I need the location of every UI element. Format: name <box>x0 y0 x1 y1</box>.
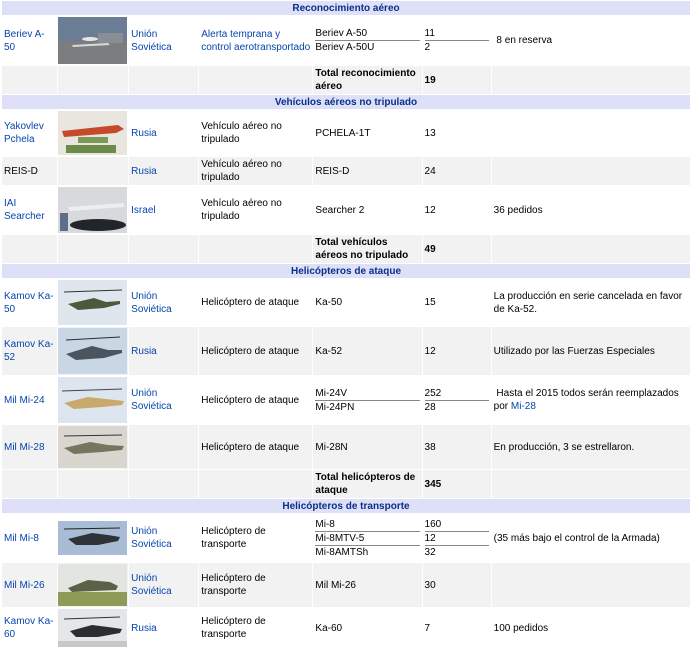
section-header-recon: Reconocimiento aéreo <box>2 1 690 15</box>
version-mi8: Mi-8 <box>315 518 420 532</box>
version-ka50: Ka-50 <box>313 279 422 326</box>
role-mi24: Helicóptero de ataque <box>199 376 313 424</box>
link-mi28-note[interactable]: Mi-28 <box>511 401 536 412</box>
name-reis-d: REIS-D <box>2 157 58 185</box>
link-country-urss[interactable]: Unión Soviética <box>131 573 172 597</box>
link-mil-mi8[interactable]: Mil Mi-8 <box>4 533 39 544</box>
role-searcher: Vehículo aéreo no tripulado <box>199 186 313 234</box>
link-country-rusia[interactable]: Rusia <box>131 128 157 139</box>
version-mi8amtsh: Mi-8AMTSh <box>315 546 369 558</box>
role-pchela: Vehículo aéreo no tripulado <box>199 110 313 156</box>
version-a50u: Beriev A-50U <box>315 42 375 53</box>
version-mi24pn: Mi-24PN <box>315 401 355 413</box>
section-header-uav: Vehículos aéreos no tripulado <box>2 95 690 109</box>
qty-ka50: 15 <box>422 279 491 326</box>
notes-ka52: Utilizado por las Fuerzas Especiales <box>491 327 690 375</box>
total-label-uav: Total vehículos aéreos no tripulado <box>313 235 422 263</box>
link-country-urss[interactable]: Unión Soviética <box>131 29 172 53</box>
qty-mi8mtv5: 12 <box>424 532 489 546</box>
qty-pchela: 13 <box>422 110 491 156</box>
notes-mi24: Hasta el 2015 todos serán reemplazados p… <box>491 376 690 424</box>
notes-ka50: La producción en serie cancelada en favo… <box>491 279 690 326</box>
link-country-urss[interactable]: Unión Soviética <box>131 291 172 315</box>
role-mi28: Helicóptero de ataque <box>199 425 313 469</box>
thumb-mil-mi24[interactable] <box>58 376 129 424</box>
version-mi8mtv5: Mi-8MTV-5 <box>315 532 420 546</box>
version-ka52: Ka-52 <box>313 327 422 375</box>
notes-a50: 8 en reserva <box>491 16 690 65</box>
qty-a50u: 2 <box>424 42 431 53</box>
notes-mi28: En producción, 3 se estrellaron. <box>491 425 690 469</box>
thumb-mil-mi8[interactable] <box>58 514 129 562</box>
thumb-mil-mi26[interactable] <box>58 563 129 607</box>
notes-searcher: 36 pedidos <box>491 186 690 234</box>
qty-mi28: 38 <box>422 425 491 469</box>
aircraft-table: Reconocimiento aéreo Beriev A-50 Unión S… <box>1 0 691 649</box>
qty-mi24pn: 28 <box>424 401 436 413</box>
role-mi26: Helicóptero de transporte <box>199 563 313 607</box>
thumb-kamov-ka52[interactable] <box>58 327 129 375</box>
total-label-recon: Total reconocimiento aéreo <box>313 66 422 94</box>
total-label-attack: Total helicópteros de ataque <box>313 470 422 498</box>
total-value-recon: 19 <box>422 66 491 94</box>
link-country-rusia[interactable]: Rusia <box>131 166 157 177</box>
link-country-rusia[interactable]: Rusia <box>131 623 157 634</box>
thumb-yakovlev-pchela[interactable] <box>58 110 129 156</box>
total-value-uav: 49 <box>422 235 491 263</box>
link-country-rusia[interactable]: Rusia <box>131 346 157 357</box>
version-a50: Beriev A-50 <box>315 27 420 41</box>
link-country-urss[interactable]: Unión Soviética <box>131 388 172 412</box>
link-mil-mi24[interactable]: Mil Mi-24 <box>4 395 45 406</box>
link-kamov-ka50[interactable]: Kamov Ka-50 <box>4 291 53 315</box>
qty-mi26: 30 <box>422 563 491 607</box>
thumb-kamov-ka60[interactable] <box>58 608 129 648</box>
thumb-mil-mi28[interactable] <box>58 425 129 469</box>
version-searcher: Searcher 2 <box>313 186 422 234</box>
qty-mi24v: 252 <box>424 387 489 401</box>
role-ka52: Helicóptero de ataque <box>199 327 313 375</box>
qty-searcher: 12 <box>422 186 491 234</box>
qty-mi8: 160 <box>424 518 489 532</box>
role-ka60: Helicóptero de transporte <box>199 608 313 648</box>
qty-reis: 24 <box>422 157 491 185</box>
version-mi26: Mil Mi-26 <box>313 563 422 607</box>
link-role-aew[interactable]: Alerta temprana y control aerotransporta… <box>201 29 310 53</box>
link-mil-mi26[interactable]: Mil Mi-26 <box>4 580 45 591</box>
link-country-israel[interactable]: Israel <box>131 205 155 216</box>
notes-ka60: 100 pedidos <box>491 608 690 648</box>
section-header-attack: Helicópteros de ataque <box>2 264 690 278</box>
role-reis: Vehículo aéreo no tripulado <box>199 157 313 185</box>
qty-ka52: 12 <box>422 327 491 375</box>
qty-a50: 11 <box>424 27 489 41</box>
qty-ka60: 7 <box>422 608 491 648</box>
role-mi8: Helicóptero de transporte <box>199 514 313 562</box>
link-country-urss[interactable]: Unión Soviética <box>131 526 172 550</box>
link-beriev-a50[interactable]: Beriev A-50 <box>4 29 45 53</box>
section-header-transport: Helicópteros de transporte <box>2 499 690 513</box>
version-mi24v: Mi-24V <box>315 387 420 401</box>
version-reis: REIS-D <box>313 157 422 185</box>
total-value-attack: 345 <box>422 470 491 498</box>
link-kamov-ka60[interactable]: Kamov Ka-60 <box>4 616 53 640</box>
version-pchela: PCHELA-1T <box>313 110 422 156</box>
thumb-iai-searcher[interactable] <box>58 186 129 234</box>
link-mil-mi28[interactable]: Mil Mi-28 <box>4 442 45 453</box>
notes-mi8: (35 más bajo el control de la Armada) <box>491 514 690 562</box>
qty-mi8amtsh: 32 <box>424 546 436 558</box>
link-iai-searcher[interactable]: IAI Searcher <box>4 198 45 222</box>
role-ka50: Helicóptero de ataque <box>199 279 313 326</box>
link-yakovlev-pchela[interactable]: Yakovlev Pchela <box>4 121 44 145</box>
thumb-beriev-a50[interactable] <box>58 16 129 65</box>
version-mi28n: Mi-28N <box>313 425 422 469</box>
thumb-kamov-ka50[interactable] <box>58 279 129 326</box>
link-kamov-ka52[interactable]: Kamov Ka-52 <box>4 339 53 363</box>
version-ka60: Ka-60 <box>313 608 422 648</box>
